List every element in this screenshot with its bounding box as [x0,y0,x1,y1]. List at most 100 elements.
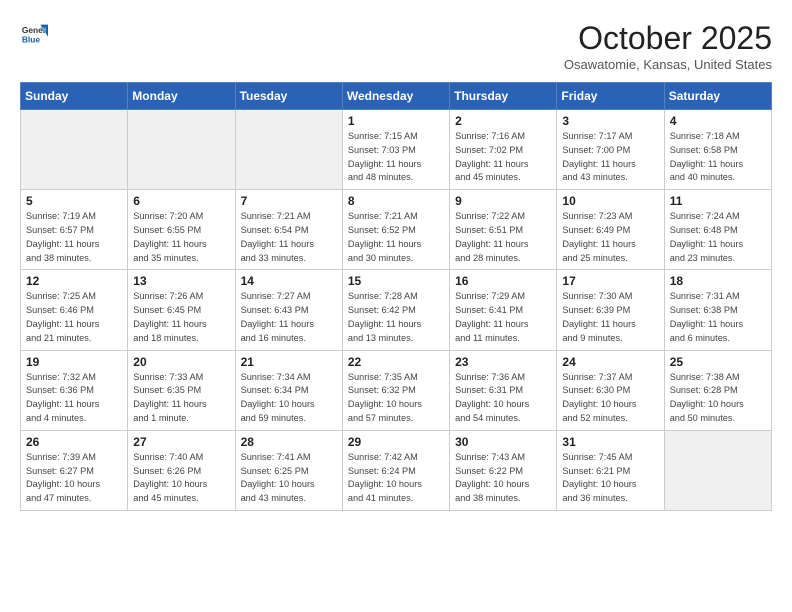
calendar-cell: 19 Sunrise: 7:32 AMSunset: 6:36 PMDayligh… [21,350,128,430]
location-subtitle: Osawatomie, Kansas, United States [564,57,772,72]
calendar-cell: 15 Sunrise: 7:28 AMSunset: 6:42 PMDayligh… [342,270,449,350]
day-number: 10 [562,194,658,208]
day-number: 1 [348,114,444,128]
day-info: Sunrise: 7:20 AMSunset: 6:55 PMDaylight:… [133,210,229,265]
weekday-header: Tuesday [235,83,342,110]
calendar-week-row: 5 Sunrise: 7:19 AMSunset: 6:57 PMDaylight… [21,190,772,270]
calendar-cell: 27 Sunrise: 7:40 AMSunset: 6:26 PMDayligh… [128,430,235,510]
logo-icon: General Blue [20,20,48,48]
calendar-cell: 25 Sunrise: 7:38 AMSunset: 6:28 PMDayligh… [664,350,771,430]
day-number: 24 [562,355,658,369]
calendar-cell: 1 Sunrise: 7:15 AMSunset: 7:03 PMDaylight… [342,110,449,190]
day-info: Sunrise: 7:21 AMSunset: 6:54 PMDaylight:… [241,210,337,265]
day-number: 8 [348,194,444,208]
day-number: 21 [241,355,337,369]
day-info: Sunrise: 7:29 AMSunset: 6:41 PMDaylight:… [455,290,551,345]
day-number: 12 [26,274,122,288]
calendar-cell: 2 Sunrise: 7:16 AMSunset: 7:02 PMDaylight… [450,110,557,190]
title-area: October 2025 Osawatomie, Kansas, United … [564,20,772,72]
day-number: 22 [348,355,444,369]
day-info: Sunrise: 7:15 AMSunset: 7:03 PMDaylight:… [348,130,444,185]
day-number: 13 [133,274,229,288]
day-number: 11 [670,194,766,208]
calendar-cell [21,110,128,190]
day-info: Sunrise: 7:40 AMSunset: 6:26 PMDaylight:… [133,451,229,506]
day-number: 2 [455,114,551,128]
calendar-cell: 22Sunrise: 7:35 AMSunset: 6:32 PMDayligh… [342,350,449,430]
day-info: Sunrise: 7:36 AMSunset: 6:31 PMDaylight:… [455,371,551,426]
day-number: 25 [670,355,766,369]
day-number: 18 [670,274,766,288]
day-info: Sunrise: 7:30 AMSunset: 6:39 PMDaylight:… [562,290,658,345]
day-info: Sunrise: 7:42 AMSunset: 6:24 PMDaylight:… [348,451,444,506]
calendar-header-row: SundayMondayTuesdayWednesdayThursdayFrid… [21,83,772,110]
page-header: General Blue October 2025 Osawatomie, Ka… [20,20,772,72]
day-info: Sunrise: 7:38 AMSunset: 6:28 PMDaylight:… [670,371,766,426]
day-info: Sunrise: 7:19 AMSunset: 6:57 PMDaylight:… [26,210,122,265]
day-number: 9 [455,194,551,208]
day-number: 5 [26,194,122,208]
day-number: 29 [348,435,444,449]
calendar-week-row: 26 Sunrise: 7:39 AMSunset: 6:27 PMDayligh… [21,430,772,510]
day-info: Sunrise: 7:45 AMSunset: 6:21 PMDaylight:… [562,451,658,506]
calendar-cell: 20Sunrise: 7:33 AMSunset: 6:35 PMDayligh… [128,350,235,430]
day-info: Sunrise: 7:22 AMSunset: 6:51 PMDaylight:… [455,210,551,265]
calendar-cell: 26 Sunrise: 7:39 AMSunset: 6:27 PMDayligh… [21,430,128,510]
day-number: 6 [133,194,229,208]
calendar-cell: 18 Sunrise: 7:31 AMSunset: 6:38 PMDayligh… [664,270,771,350]
calendar-week-row: 1 Sunrise: 7:15 AMSunset: 7:03 PMDaylight… [21,110,772,190]
day-number: 31 [562,435,658,449]
day-number: 7 [241,194,337,208]
day-info: Sunrise: 7:17 AMSunset: 7:00 PMDaylight:… [562,130,658,185]
calendar-cell: 17 Sunrise: 7:30 AMSunset: 6:39 PMDayligh… [557,270,664,350]
calendar-cell [128,110,235,190]
day-info: Sunrise: 7:32 AMSunset: 6:36 PMDaylight:… [26,371,122,426]
svg-text:Blue: Blue [22,34,40,44]
calendar-cell: 5 Sunrise: 7:19 AMSunset: 6:57 PMDaylight… [21,190,128,270]
day-number: 4 [670,114,766,128]
calendar-cell: 30Sunrise: 7:43 AMSunset: 6:22 PMDayligh… [450,430,557,510]
day-info: Sunrise: 7:18 AMSunset: 6:58 PMDaylight:… [670,130,766,185]
day-number: 15 [348,274,444,288]
calendar-cell [235,110,342,190]
day-info: Sunrise: 7:43 AMSunset: 6:22 PMDaylight:… [455,451,551,506]
calendar-week-row: 19 Sunrise: 7:32 AMSunset: 6:36 PMDayligh… [21,350,772,430]
calendar-table: SundayMondayTuesdayWednesdayThursdayFrid… [20,82,772,511]
weekday-header: Wednesday [342,83,449,110]
calendar-cell: 4 Sunrise: 7:18 AMSunset: 6:58 PMDaylight… [664,110,771,190]
calendar-cell: 28Sunrise: 7:41 AMSunset: 6:25 PMDayligh… [235,430,342,510]
calendar-cell: 14 Sunrise: 7:27 AMSunset: 6:43 PMDayligh… [235,270,342,350]
day-number: 17 [562,274,658,288]
calendar-cell: 7 Sunrise: 7:21 AMSunset: 6:54 PMDaylight… [235,190,342,270]
day-number: 14 [241,274,337,288]
day-info: Sunrise: 7:31 AMSunset: 6:38 PMDaylight:… [670,290,766,345]
day-info: Sunrise: 7:25 AMSunset: 6:46 PMDaylight:… [26,290,122,345]
day-info: Sunrise: 7:21 AMSunset: 6:52 PMDaylight:… [348,210,444,265]
calendar-cell: 6 Sunrise: 7:20 AMSunset: 6:55 PMDaylight… [128,190,235,270]
day-number: 16 [455,274,551,288]
day-info: Sunrise: 7:39 AMSunset: 6:27 PMDaylight:… [26,451,122,506]
day-info: Sunrise: 7:28 AMSunset: 6:42 PMDaylight:… [348,290,444,345]
day-number: 3 [562,114,658,128]
day-info: Sunrise: 7:23 AMSunset: 6:49 PMDaylight:… [562,210,658,265]
day-number: 27 [133,435,229,449]
day-number: 19 [26,355,122,369]
calendar-cell [664,430,771,510]
calendar-cell: 24Sunrise: 7:37 AMSunset: 6:30 PMDayligh… [557,350,664,430]
logo: General Blue [20,20,48,48]
day-info: Sunrise: 7:26 AMSunset: 6:45 PMDaylight:… [133,290,229,345]
calendar-week-row: 12 Sunrise: 7:25 AMSunset: 6:46 PMDayligh… [21,270,772,350]
calendar-cell: 9 Sunrise: 7:22 AMSunset: 6:51 PMDaylight… [450,190,557,270]
day-number: 26 [26,435,122,449]
day-info: Sunrise: 7:34 AMSunset: 6:34 PMDaylight:… [241,371,337,426]
calendar-cell: 21 Sunrise: 7:34 AMSunset: 6:34 PMDayligh… [235,350,342,430]
day-number: 23 [455,355,551,369]
month-title: October 2025 [564,20,772,57]
day-info: Sunrise: 7:27 AMSunset: 6:43 PMDaylight:… [241,290,337,345]
day-info: Sunrise: 7:24 AMSunset: 6:48 PMDaylight:… [670,210,766,265]
day-info: Sunrise: 7:16 AMSunset: 7:02 PMDaylight:… [455,130,551,185]
calendar-cell: 8 Sunrise: 7:21 AMSunset: 6:52 PMDaylight… [342,190,449,270]
calendar-cell: 31 Sunrise: 7:45 AMSunset: 6:21 PMDayligh… [557,430,664,510]
weekday-header: Monday [128,83,235,110]
weekday-header: Saturday [664,83,771,110]
